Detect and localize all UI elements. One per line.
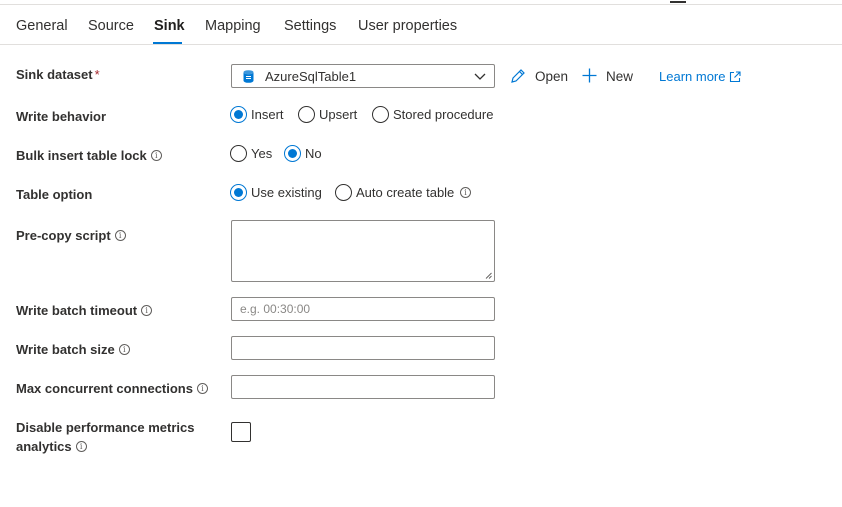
info-icon[interactable]: i bbox=[75, 441, 87, 452]
tab-user-properties[interactable]: User properties bbox=[358, 18, 457, 34]
write-batch-timeout-label: Write batch timeout i bbox=[16, 303, 153, 318]
info-icon[interactable]: i bbox=[150, 150, 162, 161]
required-mark: * bbox=[94, 67, 100, 82]
info-icon[interactable]: i bbox=[196, 383, 208, 394]
write-batch-size-input[interactable] bbox=[231, 336, 495, 360]
sink-dataset-label-text: Sink dataset bbox=[16, 67, 93, 82]
pre-copy-script-textarea[interactable] bbox=[231, 220, 495, 282]
radio-circle bbox=[298, 106, 315, 123]
tab-source[interactable]: Source bbox=[88, 18, 134, 34]
radio-insert-label: Insert bbox=[251, 107, 284, 122]
radio-circle bbox=[230, 145, 247, 162]
open-label: Open bbox=[535, 69, 569, 84]
max-concurrent-connections-input[interactable] bbox=[231, 375, 495, 399]
table-option-label: Table option bbox=[16, 187, 93, 202]
sql-table-icon bbox=[243, 70, 254, 83]
new-label: New bbox=[606, 69, 634, 84]
write-batch-timeout-input[interactable] bbox=[231, 297, 495, 321]
radio-circle bbox=[230, 184, 247, 201]
radio-circle bbox=[372, 106, 389, 123]
radio-no-label: No bbox=[305, 146, 322, 161]
disable-perf-metrics-line1: Disable performance metrics bbox=[16, 420, 195, 435]
learn-more-link[interactable]: Learn more bbox=[659, 69, 742, 84]
info-icon[interactable]: i bbox=[118, 344, 130, 355]
radio-circle bbox=[230, 106, 247, 123]
max-concurrent-connections-label: Max concurrent connections i bbox=[16, 381, 208, 396]
sink-dataset-label: Sink dataset * bbox=[16, 67, 100, 82]
info-icon[interactable]: i bbox=[141, 305, 153, 316]
sink-dataset-value: AzureSqlTable1 bbox=[265, 69, 357, 84]
radio-yes-label: Yes bbox=[251, 146, 273, 161]
radio-circle bbox=[284, 145, 301, 162]
radio-upsert-label: Upsert bbox=[319, 107, 358, 122]
panel-resize-handle[interactable] bbox=[670, 1, 686, 3]
pre-copy-label-text: Pre-copy script bbox=[16, 228, 111, 243]
plus-icon bbox=[582, 68, 597, 83]
sink-dataset-dropdown[interactable]: AzureSqlTable1 bbox=[231, 64, 495, 88]
info-icon[interactable]: i bbox=[114, 230, 126, 241]
external-link-icon bbox=[730, 71, 742, 83]
top-divider bbox=[0, 4, 842, 5]
learn-more-label: Learn more bbox=[659, 69, 726, 84]
bulk-insert-label-text: Bulk insert table lock bbox=[16, 148, 147, 163]
tab-sink[interactable]: Sink bbox=[154, 18, 185, 34]
tab-mapping[interactable]: Mapping bbox=[205, 18, 261, 34]
write-batch-size-label: Write batch size i bbox=[16, 342, 130, 357]
disable-perf-metrics-checkbox[interactable] bbox=[231, 422, 251, 442]
radio-auto-create-table-label: Auto create table bbox=[356, 185, 455, 200]
tab-settings[interactable]: Settings bbox=[284, 18, 336, 34]
write-behavior-label: Write behavior bbox=[16, 109, 107, 124]
radio-circle bbox=[335, 184, 352, 201]
disable-perf-metrics-label: Disable performance metrics analytics i bbox=[16, 418, 194, 456]
active-tab-indicator bbox=[153, 42, 182, 44]
chevron-down-icon bbox=[474, 73, 486, 80]
write-batch-size-label-text: Write batch size bbox=[16, 342, 115, 357]
disable-perf-metrics-line2: analytics bbox=[16, 439, 72, 454]
pre-copy-script-label: Pre-copy script i bbox=[16, 228, 126, 243]
write-batch-timeout-label-text: Write batch timeout bbox=[16, 303, 138, 318]
bulk-insert-table-lock-label: Bulk insert table lock i bbox=[16, 148, 162, 163]
tab-bar: General Source Sink Mapping Settings Use… bbox=[0, 8, 842, 45]
radio-stored-procedure-label: Stored procedure bbox=[393, 107, 494, 122]
tab-general[interactable]: General bbox=[16, 18, 68, 34]
max-concurrent-connections-label-text: Max concurrent connections bbox=[16, 381, 193, 396]
radio-use-existing-label: Use existing bbox=[251, 185, 322, 200]
pencil-icon bbox=[511, 69, 525, 83]
resize-grip-icon[interactable] bbox=[485, 272, 492, 279]
info-icon[interactable]: i bbox=[460, 187, 471, 198]
